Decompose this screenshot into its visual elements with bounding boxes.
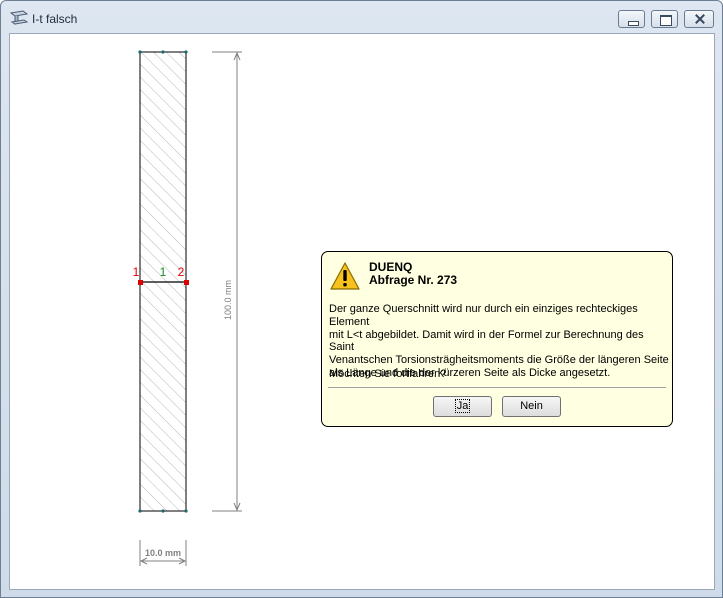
- corner-point: [161, 50, 165, 54]
- corner-point: [161, 509, 165, 513]
- node-1-label: 1: [133, 265, 140, 279]
- dialog-subtitle: Abfrage Nr. 273: [369, 273, 458, 287]
- no-button[interactable]: Nein: [502, 396, 561, 417]
- dialog-separator: [328, 387, 666, 388]
- node-2-label: 2: [178, 265, 185, 279]
- corner-point: [138, 50, 142, 54]
- node-2-marker[interactable]: [184, 280, 189, 285]
- warning-icon: [330, 262, 360, 290]
- query-dialog: DUENQ Abfrage Nr. 273 Der ganze Querschn…: [321, 251, 673, 427]
- height-dimension-label: 100.0 mm: [223, 280, 233, 320]
- width-dimension-label: 10.0 mm: [145, 548, 181, 558]
- yes-button-label: Ja: [454, 399, 471, 413]
- corner-point: [138, 509, 142, 513]
- dialog-question: Möchten Sie fortfahren?: [329, 368, 447, 380]
- yes-button[interactable]: Ja: [433, 396, 492, 417]
- element-number-label: 1: [160, 265, 167, 279]
- corner-point: [184, 509, 188, 513]
- node-1-marker[interactable]: [138, 280, 143, 285]
- corner-point: [184, 50, 188, 54]
